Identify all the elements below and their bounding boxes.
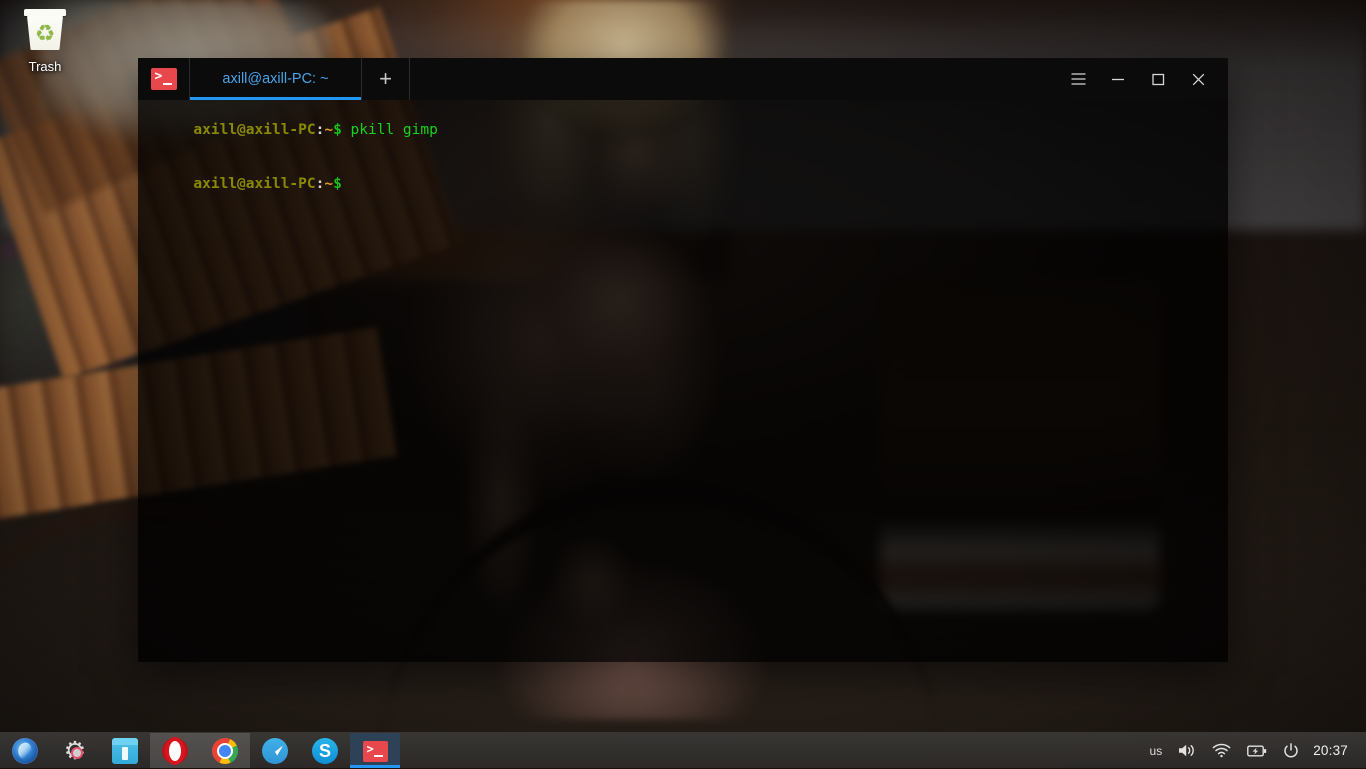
chrome-button[interactable] <box>200 733 250 768</box>
prompt-path: ~ <box>324 122 333 138</box>
new-tab-button[interactable]: + <box>362 58 410 100</box>
files-icon <box>112 738 138 764</box>
terminal-line: axill@axill-PC:~$ <box>141 157 1228 211</box>
taskbar: ⚙ us <box>0 732 1366 768</box>
terminal-window[interactable]: axill@axill-PC: ~ + <box>138 58 1228 662</box>
terminal-window-controls <box>1058 58 1228 100</box>
minimize-button[interactable] <box>1098 58 1138 100</box>
file-manager-button[interactable] <box>100 733 150 768</box>
prompt-dollar: $ <box>333 122 342 138</box>
telegram-icon <box>262 738 288 764</box>
terminal-icon <box>151 68 177 90</box>
terminal-icon <box>363 741 388 762</box>
telegram-button[interactable] <box>250 733 300 768</box>
terminal-window-button[interactable] <box>350 733 400 768</box>
skype-button[interactable] <box>300 733 350 768</box>
terminal-output-area[interactable]: axill@axill-PC:~$ pkill gimp axill@axill… <box>138 100 1228 662</box>
network-button[interactable] <box>1204 733 1239 769</box>
battery-button[interactable] <box>1239 733 1275 769</box>
volume-icon <box>1178 743 1196 758</box>
terminal-tab-0[interactable]: axill@axill-PC: ~ <box>190 58 362 100</box>
swirl-icon <box>12 738 38 764</box>
keyboard-layout-indicator[interactable]: us <box>1142 733 1171 769</box>
menu-button[interactable] <box>1058 58 1098 100</box>
terminal-command: pkill gimp <box>342 122 438 138</box>
trash-lid-icon <box>24 9 66 16</box>
skype-icon <box>312 738 338 764</box>
gear-icon: ⚙ <box>62 738 88 764</box>
desktop-icon-trash[interactable]: ♻ Trash <box>12 8 78 74</box>
terminal-titlebar[interactable]: axill@axill-PC: ~ + <box>138 58 1228 100</box>
plus-icon: + <box>379 68 392 90</box>
close-button[interactable] <box>1178 58 1218 100</box>
prompt-dollar: $ <box>333 176 342 192</box>
taskbar-launchers: ⚙ <box>0 733 400 768</box>
volume-button[interactable] <box>1170 733 1204 769</box>
power-icon <box>1283 743 1299 759</box>
power-button[interactable] <box>1275 733 1307 769</box>
clock[interactable]: 20:37 <box>1307 733 1358 769</box>
recycle-icon: ♻ <box>31 19 59 47</box>
prompt-user: axill@axill-PC <box>193 176 315 192</box>
maximize-icon <box>1152 73 1165 86</box>
desktop-icon-label: Trash <box>12 59 78 74</box>
hamburger-icon <box>1071 73 1086 85</box>
opera-icon <box>162 738 188 764</box>
prompt-user: axill@axill-PC <box>193 122 315 138</box>
battery-icon <box>1247 744 1267 758</box>
settings-button[interactable]: ⚙ <box>50 733 100 768</box>
minimize-icon <box>1111 73 1125 85</box>
titlebar-drag-area[interactable] <box>410 58 1058 100</box>
taskbar-empty-area[interactable] <box>400 733 1142 768</box>
wifi-icon <box>1212 743 1231 758</box>
prompt-path: ~ <box>324 176 333 192</box>
maximize-button[interactable] <box>1138 58 1178 100</box>
chrome-icon <box>212 738 238 764</box>
terminal-app-icon-cell <box>138 58 190 100</box>
app-menu-button[interactable] <box>0 733 50 768</box>
close-icon <box>1192 73 1205 86</box>
system-tray: us <box>1142 733 1366 768</box>
terminal-tab-label: axill@axill-PC: ~ <box>222 71 328 87</box>
terminal-line: axill@axill-PC:~$ pkill gimp <box>141 103 1228 157</box>
opera-button[interactable] <box>150 733 200 768</box>
trash-icon: ♻ <box>22 8 68 54</box>
